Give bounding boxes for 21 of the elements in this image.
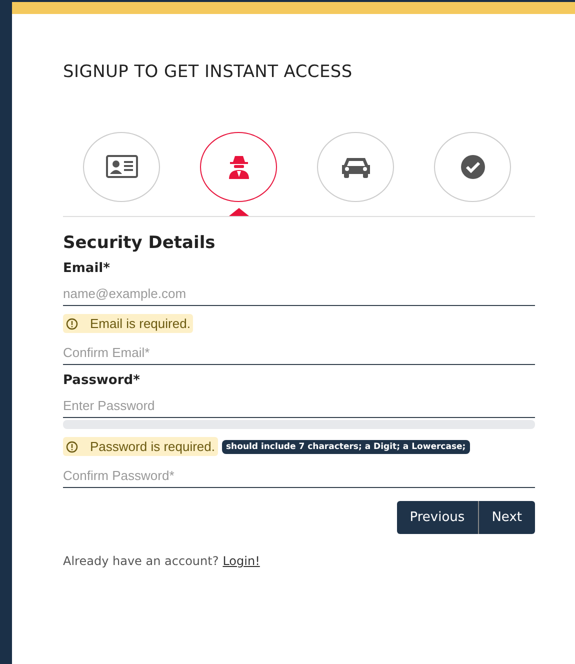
field-label: Password* (63, 373, 141, 388)
footer-text: Already have an account? (63, 554, 219, 568)
step-button[interactable] (83, 132, 160, 202)
field-label: Email* (63, 261, 111, 276)
spy-icon (226, 155, 250, 179)
step-button[interactable] (434, 132, 511, 202)
warning-icon (66, 440, 78, 452)
password-hint: should include 7 characters; a Digit; a Lowercase; (222, 440, 470, 454)
step-button[interactable] (200, 132, 277, 202)
step-button[interactable] (317, 132, 394, 202)
section-title: Security Details (63, 233, 216, 253)
next-button[interactable]: Next (478, 501, 535, 534)
error-text: Password is required. (90, 439, 215, 454)
previous-button[interactable]: Previous (396, 501, 478, 534)
login-link[interactable]: Login! (222, 554, 260, 568)
warning-icon (66, 318, 78, 330)
check-icon (460, 155, 484, 179)
car-icon (340, 155, 372, 179)
form-title: SIGNUP TO GET INSTANT ACCESS (63, 62, 354, 82)
error-text: Email is required. (90, 316, 190, 331)
id-card-icon (106, 155, 138, 179)
